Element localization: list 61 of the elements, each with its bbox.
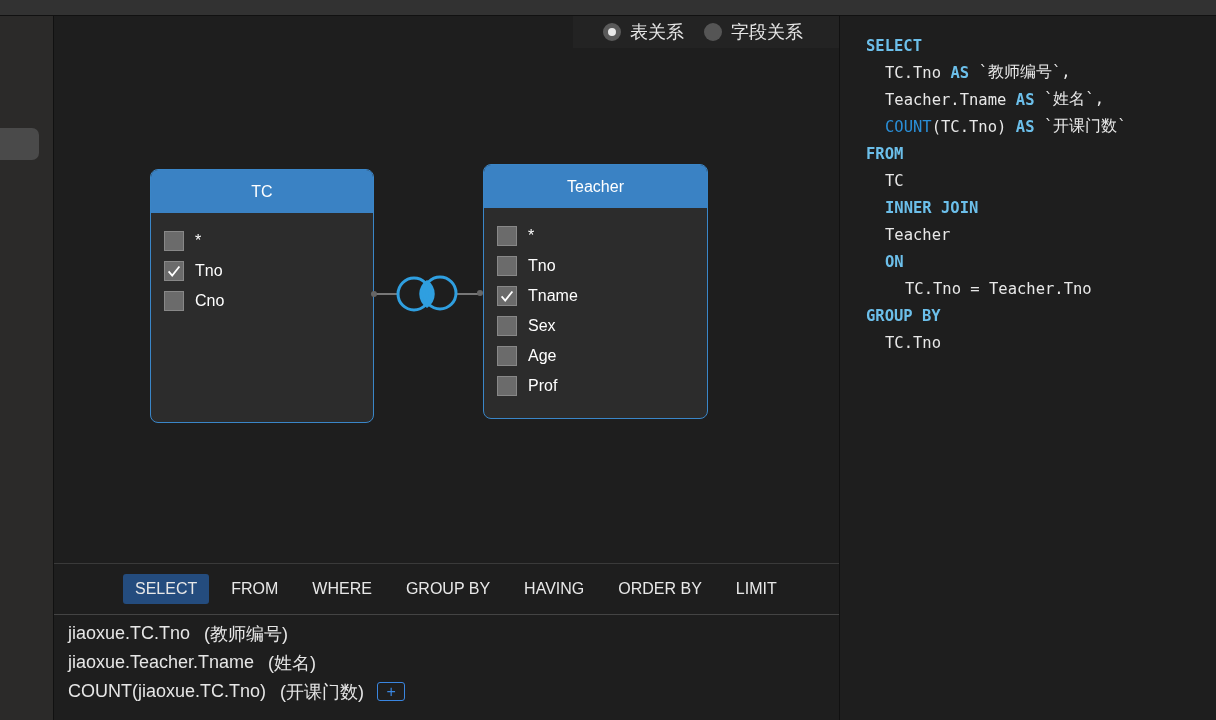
field-name: * (195, 232, 202, 250)
checkbox[interactable] (497, 256, 517, 276)
field-name: Prof (528, 377, 558, 395)
field-name: Tname (528, 287, 578, 305)
clause-tab[interactable]: SELECT (123, 574, 210, 604)
sql-keyword: AS (1015, 117, 1035, 136)
sql-text: TC.Tno = Teacher.Tno (905, 279, 1092, 298)
field-name: * (528, 227, 535, 245)
column-expression: jiaoxue.TC.Tno (68, 623, 191, 644)
radio-label: 字段关系 (731, 21, 803, 44)
field-name: Sex (528, 317, 556, 335)
table-name: Teacher (484, 165, 707, 208)
table-card[interactable]: TC * Tno Cno (150, 169, 374, 423)
sql-text: TC (885, 171, 904, 190)
column-alias: (姓名) (268, 651, 317, 675)
sql-keyword: FROM (866, 144, 904, 163)
checkbox[interactable] (164, 231, 184, 251)
sql-keyword: INNER JOIN (885, 198, 979, 217)
sql-text: TC.Tno (885, 63, 941, 82)
field-name: Tno (528, 257, 556, 275)
sql-text: `姓名`, (1044, 89, 1104, 110)
sql-text: (TC.Tno) (931, 117, 1007, 136)
sql-keyword: ON (885, 252, 904, 271)
field-name: Tno (195, 262, 223, 280)
clause-tab[interactable]: WHERE (300, 574, 384, 604)
checkbox[interactable] (497, 376, 517, 396)
table-card[interactable]: Teacher * Tno Tname Sex Age Prof (483, 164, 708, 419)
sql-keyword: AS (1015, 90, 1035, 109)
sql-keyword: GROUP BY (866, 306, 941, 325)
sql-text: Teacher (885, 225, 951, 244)
add-button[interactable]: + (377, 682, 406, 701)
checkbox[interactable] (164, 261, 184, 281)
field-name: Cno (195, 292, 225, 310)
clause-tab[interactable]: GROUP BY (393, 574, 503, 604)
clause-tab[interactable]: FROM (219, 574, 291, 604)
field-name: Age (528, 347, 557, 365)
column-expression: COUNT(jiaoxue.TC.Tno) (68, 681, 267, 702)
sql-function: COUNT (885, 117, 932, 136)
checkbox[interactable] (497, 226, 517, 246)
sql-keyword: SELECT (866, 36, 922, 55)
sidebar-item[interactable] (0, 128, 39, 160)
inner-join-icon[interactable] (371, 274, 483, 314)
checkbox[interactable] (497, 286, 517, 306)
clause-tab[interactable]: HAVING (512, 574, 597, 604)
column-alias: (教师编号) (204, 622, 289, 646)
radio-label: 表关系 (630, 21, 684, 44)
column-expression: jiaoxue.Teacher.Tname (68, 652, 255, 673)
sql-text: `开课门数` (1044, 116, 1127, 137)
checkbox[interactable] (164, 291, 184, 311)
clause-tab[interactable]: LIMIT (723, 574, 789, 604)
radio-option[interactable]: 字段关系 (704, 20, 803, 44)
sql-keyword: AS (950, 63, 970, 82)
checkbox[interactable] (497, 346, 517, 366)
column-alias: (开课门数) (280, 680, 365, 704)
radio-option[interactable]: 表关系 (603, 20, 684, 44)
table-name: TC (151, 170, 373, 213)
sql-text: `教师编号`, (978, 62, 1071, 83)
sql-text: TC.Tno (885, 333, 941, 352)
sql-text: Teacher.Tname (885, 90, 1007, 109)
checkbox[interactable] (497, 316, 517, 336)
clause-tab[interactable]: ORDER BY (606, 574, 714, 604)
